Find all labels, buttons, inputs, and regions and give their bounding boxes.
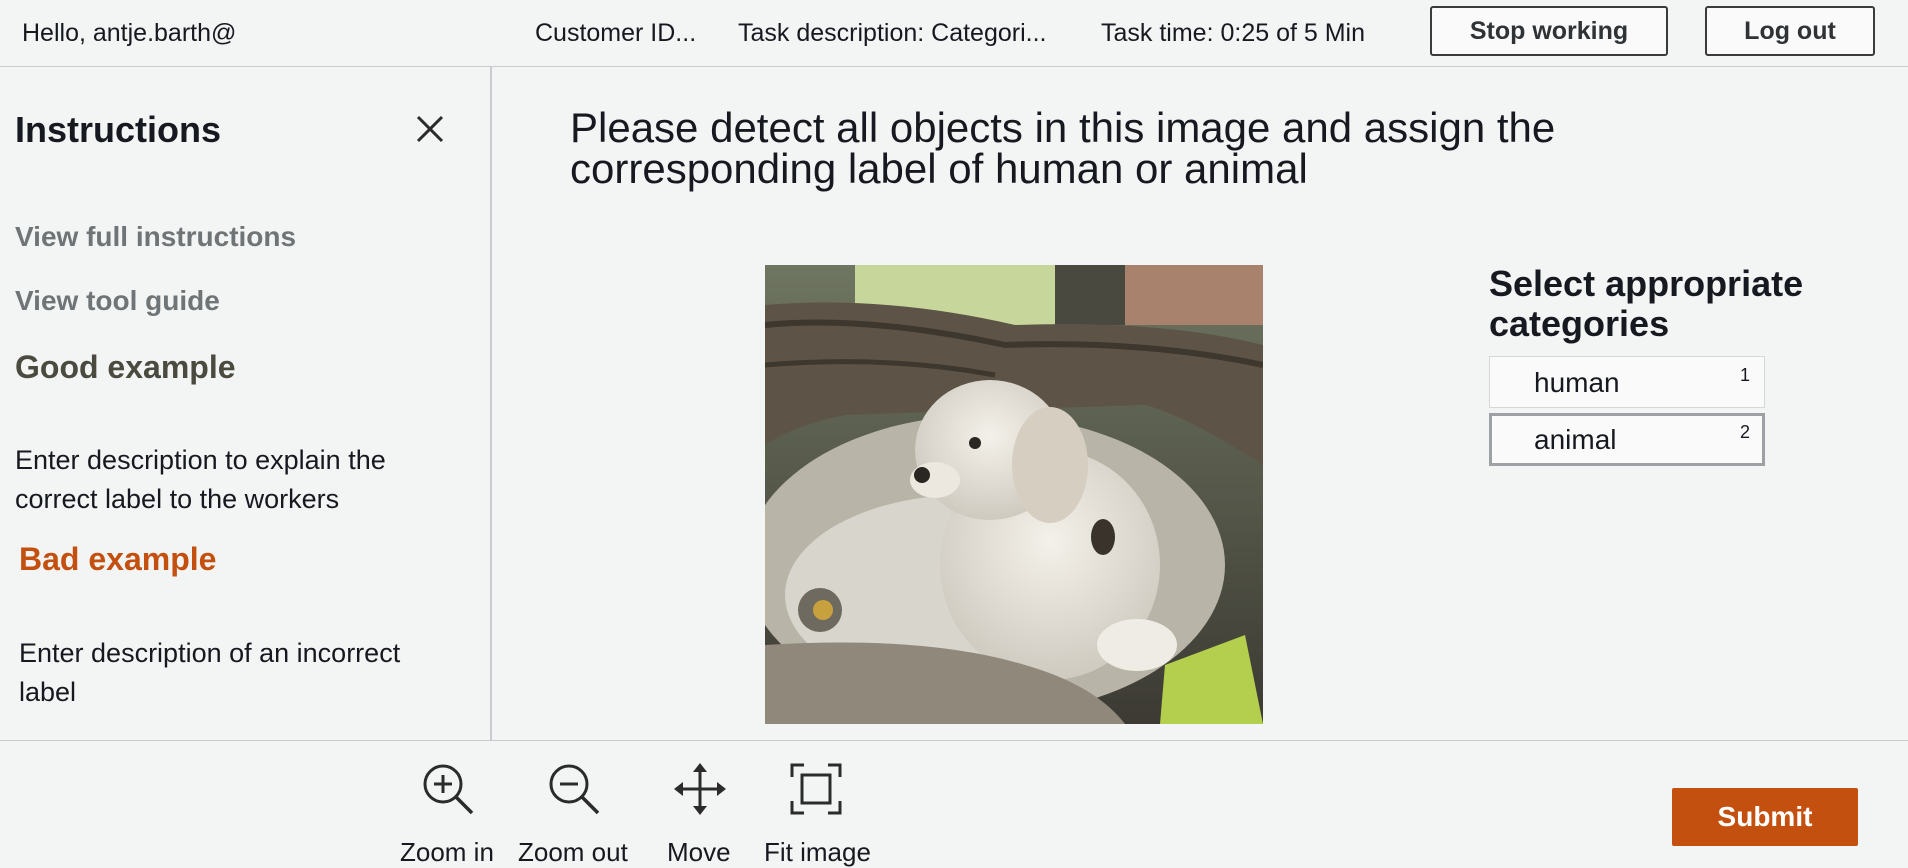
category-label: human — [1534, 367, 1620, 398]
category-label: animal — [1534, 424, 1617, 455]
move-label: Move — [667, 837, 731, 867]
bad-example-heading: Bad example — [19, 541, 217, 577]
log-out-button[interactable]: Log out — [1705, 6, 1875, 56]
move-icon — [674, 763, 726, 815]
zoom-out-icon — [549, 764, 600, 815]
good-example-heading: Good example — [15, 349, 236, 385]
task-question: Please detect all objects in this image … — [570, 104, 1556, 192]
category-shortcut: 2 — [1739, 422, 1750, 442]
category-human[interactable]: human 1 — [1489, 356, 1765, 408]
bad-example-description: Enter description of an incorrect label — [19, 638, 401, 707]
bottom-toolbar: Zoom in Zoom out Move Fit image Submit — [0, 740, 1908, 867]
instructions-title: Instructions — [15, 109, 222, 150]
greeting: Hello, antje.barth@ — [22, 19, 237, 47]
zoom-out-label: Zoom out — [518, 837, 628, 867]
top-bar: Hello, antje.barth@ Customer ID... Task … — [0, 0, 1908, 67]
categories-heading: Select appropriate categories — [1489, 263, 1804, 344]
zoom-in-icon — [423, 764, 474, 815]
fit-image-icon — [790, 763, 842, 815]
category-animal[interactable]: animal 2 — [1489, 413, 1765, 466]
view-tool-guide-link[interactable]: View tool guide — [15, 285, 220, 317]
puppy-image — [765, 265, 1263, 724]
task-image[interactable] — [765, 265, 1263, 724]
stop-working-button[interactable]: Stop working — [1430, 6, 1668, 56]
zoom-in-label: Zoom in — [400, 837, 494, 867]
fit-image-label: Fit image — [764, 837, 871, 867]
category-shortcut: 1 — [1739, 365, 1750, 385]
customer-id: Customer ID... — [535, 19, 697, 47]
instructions-panel: Instructions View full instructions View… — [0, 67, 492, 740]
view-full-instructions-link[interactable]: View full instructions — [15, 221, 296, 253]
task-timer: Task time: 0:25 of 5 Min — [1101, 19, 1366, 47]
task-description: Task description: Categori... — [738, 19, 1047, 47]
good-example-description: Enter description to explain the correct… — [15, 445, 386, 514]
close-icon[interactable] — [412, 111, 448, 147]
submit-button[interactable]: Submit — [1672, 788, 1858, 846]
